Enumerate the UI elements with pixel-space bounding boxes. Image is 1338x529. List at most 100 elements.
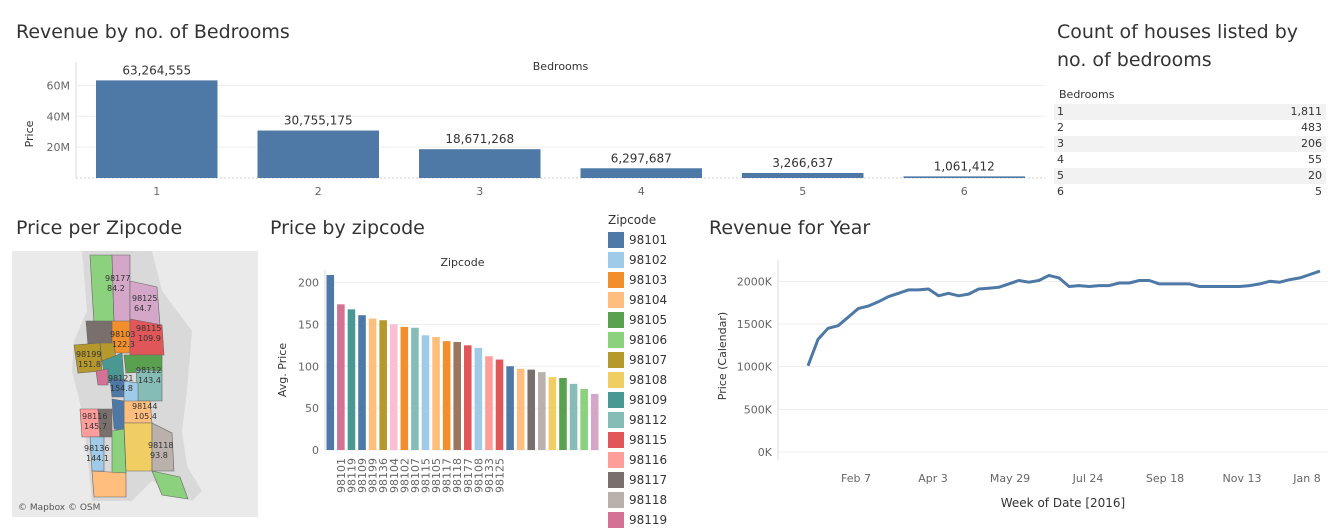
map-zip-label: 98115 [136,324,161,333]
row-bedrooms: 6 [1057,185,1064,198]
x-tick-label: 3 [476,185,483,198]
row-count: 1,811 [1290,105,1323,118]
map-zip-label: 98116 [82,412,107,421]
count-table: Bedrooms 1 1,811 2 483 3 206 4 55 5 20 6 5 [1054,86,1326,200]
x-tick-label: Jul 24 [1072,472,1104,485]
bar [358,315,366,450]
legend-label: 98112 [629,413,668,427]
map-value-label: 154.8 [110,384,133,393]
revenue-year-chart: Price (Calendar) 0K 500K 1000K 1500K 2000K Feb… [716,260,1328,510]
zip-98117 [85,320,113,346]
legend-swatch [608,392,624,408]
y-axis-title: Price (Calendar) [716,312,729,400]
bar [368,318,377,450]
y-tick-label: 60M [47,79,71,92]
revenue-year-title: Revenue for Year [709,217,871,239]
map-graphic: 9817784.2 9812564.7 98103122.398115109.9 98… [12,251,258,517]
map-value-label: 64.7 [134,304,152,313]
legend-swatch [608,332,624,348]
y-axis-title: Price [23,120,36,147]
x-tick-label: 5 [799,185,806,198]
y-tick-label: 200 [298,277,319,290]
bar [495,359,504,450]
legend-item[interactable]: 98112 [608,410,678,430]
row-bedrooms: 2 [1057,121,1064,134]
revenue-bedrooms-title: Revenue by no. of Bedrooms [16,21,290,43]
bar [527,369,536,450]
zipcode-legend[interactable]: Zipcode 98101 98102 98103 98104 98105 98106 98… [608,210,678,529]
row-bedrooms: 4 [1057,153,1064,166]
x-tick-label: May 29 [990,472,1030,485]
legend-swatch [608,452,624,468]
zipcode-map[interactable]: 98177 84.2 98125 64.7 98103 122.3 98115 109.9 98… [12,251,258,517]
y-tick-label: 100 [298,360,319,373]
y-tick-label: 40M [47,110,71,123]
legend-label: 98106 [629,333,668,347]
map-zip-label: 98144 [132,402,157,411]
row-count: 206 [1301,137,1322,150]
bar [742,172,864,178]
x-axis-title: Zipcode [440,256,484,269]
legend-label: 98108 [629,373,668,387]
legend-item[interactable]: 98109 [608,390,678,410]
legend-item[interactable]: 98103 [608,270,678,290]
bar [474,347,483,450]
x-tick-label: 1 [153,185,160,198]
zip-98106 [111,428,127,474]
bar [257,130,379,178]
legend-item[interactable]: 98115 [608,430,678,450]
bar [485,356,493,450]
map-zip-label: 98125 [132,294,157,303]
map-value-label: 143.4 [138,376,161,385]
count-table-row: 4 55 [1054,152,1326,168]
legend-item[interactable]: 98116 [608,450,678,470]
legend-item[interactable]: 98119 [608,510,678,529]
map-value-label: 151.8 [78,360,101,369]
legend-label: 98105 [629,313,668,327]
legend-item[interactable]: 98107 [608,350,678,370]
y-tick-label: 20M [47,141,71,154]
bar [400,326,409,450]
bar [580,168,702,178]
legend-swatch [608,272,624,288]
legend-item[interactable]: 98106 [608,330,678,350]
revenue-bedrooms-chart: Bedrooms Price 20M 40M 60M 63,264,555 1 30,755,… [23,60,1045,198]
legend-item[interactable]: 98104 [608,290,678,310]
map-zip-label: 98103 [110,330,135,339]
bar [347,309,356,450]
zip-98119 [95,368,109,386]
legend-swatch [608,292,624,308]
count-table-row: 1 1,811 [1054,104,1326,120]
y-tick-label: 500K [744,403,773,416]
row-count: 20 [1308,169,1322,182]
row-count: 55 [1308,153,1322,166]
row-count: 5 [1315,185,1322,198]
legend-item[interactable]: 98117 [608,470,678,490]
bar [506,366,514,450]
x-tick-label: 98125 [494,458,507,493]
legend-item[interactable]: 98105 [608,310,678,330]
legend-swatch [608,252,624,268]
y-tick-label: 50 [305,402,319,415]
legend-label: 98102 [629,253,668,267]
bar-value-label: 1,061,412 [934,159,995,173]
legend-label: 98118 [629,493,668,507]
legend-item[interactable]: 98102 [608,250,678,270]
legend-label: 98117 [629,473,668,487]
map-credit: © Mapbox © OSM [18,503,101,513]
legend-item[interactable]: 98101 [608,230,678,250]
bar-value-label: 18,671,268 [445,132,514,146]
bar [903,176,1025,178]
legend-item[interactable]: 98108 [608,370,678,390]
bar [548,377,557,450]
map-value-label: 109.9 [138,334,161,343]
legend-swatch [608,232,624,248]
bar [590,393,599,450]
y-tick-label: 1000K [737,361,773,374]
map-zip-label: 98177 [105,274,130,283]
legend-label: 98115 [629,433,668,447]
legend-item[interactable]: 98118 [608,490,678,510]
bar [516,368,525,450]
map-zip-label: 98121 [108,374,133,383]
bar [453,342,461,450]
